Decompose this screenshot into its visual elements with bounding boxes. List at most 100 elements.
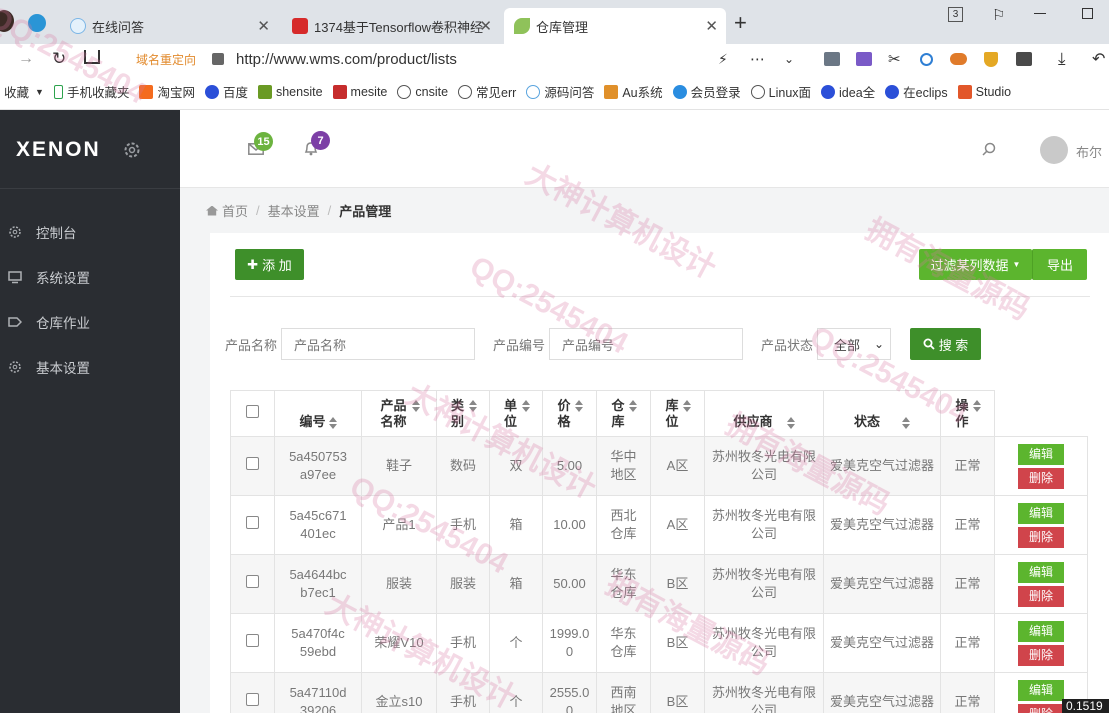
- extension-icon[interactable]: [1016, 52, 1032, 66]
- lightning-icon[interactable]: ⚡: [718, 51, 728, 68]
- translate-icon[interactable]: [856, 52, 872, 66]
- bookmark-favorites[interactable]: 收藏 ▼: [4, 82, 44, 101]
- app-logo[interactable]: XENON: [16, 138, 101, 162]
- tab-tensorflow[interactable]: 1374基于Tensorflow卷积神经 ✕: [282, 8, 500, 44]
- col-warehouse[interactable]: 仓库: [596, 390, 651, 437]
- insecure-icon[interactable]: [212, 53, 224, 65]
- search-button[interactable]: 搜 索: [910, 328, 981, 360]
- bookmark-eclipse[interactable]: 在eclips: [885, 82, 948, 101]
- back-icon[interactable]: ↶: [1092, 49, 1105, 69]
- bookmark-mobile[interactable]: 手机收藏夹: [53, 82, 129, 101]
- breadcrumb-home[interactable]: 首页: [222, 201, 248, 220]
- delete-button[interactable]: 删除: [1018, 467, 1064, 489]
- minimize-icon[interactable]: [1034, 13, 1046, 14]
- col-name[interactable]: 产品名称: [361, 390, 437, 437]
- bookmark-linux[interactable]: Linux面: [750, 82, 811, 101]
- shirt-icon[interactable]: ⚐: [992, 6, 1005, 24]
- home-icon[interactable]: [206, 205, 218, 216]
- paw-icon: [821, 84, 836, 99]
- sidebar-item-system-settings[interactable]: 系统设置: [0, 255, 180, 299]
- search-tool-icon[interactable]: [920, 52, 933, 66]
- shield-icon[interactable]: [984, 51, 998, 67]
- new-tab-button[interactable]: +: [734, 10, 747, 36]
- window-counter[interactable]: 3: [948, 7, 963, 22]
- filter-columns-button[interactable]: 过滤某列数据 ▼: [919, 249, 1032, 280]
- edit-button[interactable]: 编辑: [1018, 620, 1064, 642]
- edit-button[interactable]: 编辑: [1018, 443, 1064, 465]
- sidebar-item-warehouse-ops[interactable]: 仓库作业: [0, 300, 180, 344]
- close-icon[interactable]: ✕: [479, 17, 492, 35]
- row-checkbox[interactable]: [246, 516, 259, 529]
- reload-icon[interactable]: ↻: [52, 49, 66, 69]
- col-category[interactable]: 类别: [436, 390, 490, 437]
- cell-name: 荣耀V10: [361, 613, 437, 673]
- col-status[interactable]: 状态: [823, 390, 941, 437]
- row-checkbox[interactable]: [246, 457, 259, 470]
- edit-button[interactable]: 编辑: [1018, 679, 1064, 701]
- col-price[interactable]: 价格: [542, 390, 597, 437]
- download-icon[interactable]: ⤓: [1058, 49, 1066, 69]
- edit-button[interactable]: 编辑: [1018, 561, 1064, 583]
- product-name-input[interactable]: 产品名称: [281, 328, 475, 360]
- bookmark-taobao[interactable]: 淘宝网: [139, 82, 195, 101]
- telegram-icon[interactable]: [28, 14, 46, 32]
- breadcrumb-basic-settings[interactable]: 基本设置: [268, 201, 320, 220]
- row-checkbox[interactable]: [246, 634, 259, 647]
- bookmark-au[interactable]: Au系统: [604, 82, 663, 101]
- cell-product: 爱美克空气过滤器: [823, 554, 941, 614]
- col-location[interactable]: 库位: [650, 390, 705, 437]
- maximize-icon[interactable]: [1082, 8, 1093, 19]
- bookmark-idea[interactable]: idea全: [821, 82, 875, 101]
- delete-button[interactable]: 删除: [1018, 644, 1064, 666]
- product-code-input[interactable]: 产品编号: [549, 328, 743, 360]
- col-supplier[interactable]: 供应商: [704, 390, 824, 437]
- tab-warehouse[interactable]: 仓库管理 ✕: [504, 8, 726, 44]
- col-actions[interactable]: 操作: [940, 390, 995, 437]
- col-id[interactable]: 编号: [274, 390, 362, 437]
- row-checkbox[interactable]: [246, 575, 259, 588]
- cell-id: 5a4644bcb7ec1: [274, 554, 362, 614]
- avatar[interactable]: [1040, 136, 1068, 164]
- sidebar-item-dashboard[interactable]: 控制台: [0, 210, 180, 254]
- home-icon[interactable]: [84, 50, 100, 64]
- add-button[interactable]: ✚ 添 加: [235, 249, 304, 280]
- row-select-cell: [230, 613, 275, 673]
- cell-category: 手机: [436, 495, 490, 555]
- more-icon[interactable]: ⋯: [750, 50, 765, 68]
- search-icon[interactable]: [982, 142, 996, 156]
- scissors-icon[interactable]: ✂: [888, 50, 901, 68]
- url-field[interactable]: http://www.wms.com/product/lists: [236, 51, 457, 68]
- floating-value-box[interactable]: 0.1519: [1062, 699, 1109, 713]
- tab-qa[interactable]: 在线问答 ✕: [60, 8, 278, 44]
- bookmark-errors[interactable]: 常见err: [458, 82, 516, 101]
- close-icon[interactable]: ✕: [257, 17, 270, 35]
- username[interactable]: 布尔: [1076, 142, 1102, 161]
- select-all-checkbox[interactable]: [246, 405, 259, 418]
- bookmark-cnsite[interactable]: cnsite: [397, 84, 448, 99]
- bookmark-member[interactable]: 会员登录: [672, 82, 741, 101]
- game-icon[interactable]: [950, 53, 967, 65]
- col-unit[interactable]: 单位: [489, 390, 543, 437]
- au-icon: [604, 84, 619, 99]
- bookmark-mesite[interactable]: mesite: [332, 84, 387, 99]
- sidebar-item-basic-settings[interactable]: 基本设置: [0, 345, 180, 389]
- chevron-down-icon[interactable]: ⌄: [784, 52, 794, 66]
- profile-avatar[interactable]: [0, 10, 14, 32]
- forward-icon[interactable]: →: [18, 50, 34, 68]
- delete-button[interactable]: 删除: [1018, 703, 1064, 713]
- edit-button[interactable]: 编辑: [1018, 502, 1064, 524]
- reader-icon[interactable]: [824, 52, 840, 66]
- bookmark-shensite[interactable]: shensite: [257, 84, 323, 99]
- bookmark-studio[interactable]: Studio: [957, 84, 1011, 99]
- close-icon[interactable]: ✕: [705, 17, 718, 35]
- product-status-label: 产品状态: [761, 338, 814, 353]
- row-checkbox[interactable]: [246, 693, 259, 706]
- delete-button[interactable]: 删除: [1018, 585, 1064, 607]
- product-status-select[interactable]: 全部 ⌄: [817, 328, 891, 360]
- delete-button[interactable]: 删除: [1018, 526, 1064, 548]
- bookmark-baidu[interactable]: 百度: [204, 82, 248, 101]
- redirect-notice[interactable]: 域名重定向: [136, 51, 196, 68]
- bookmark-source-qa[interactable]: 源码问答: [526, 82, 594, 101]
- export-button[interactable]: 导出: [1032, 249, 1087, 280]
- gear-icon[interactable]: [122, 140, 142, 160]
